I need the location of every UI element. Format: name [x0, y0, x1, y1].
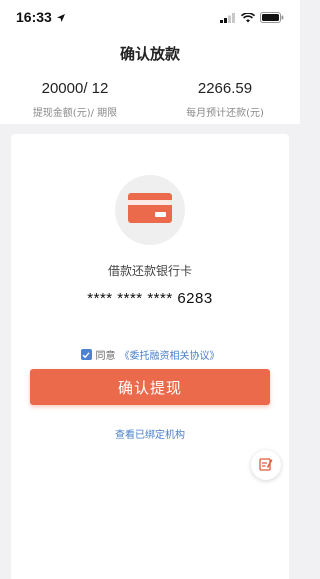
- loan-summary: 20000/ 12 提现金额(元)/ 期限 2266.59 每月预计还款(元): [0, 72, 300, 124]
- status-left: 16:33: [16, 8, 66, 27]
- amount-term-label: 提现金额(元)/ 期限: [32, 108, 118, 119]
- agreement-row: 同意 《委托融资相关协议》: [11, 347, 289, 362]
- summary-monthly-repay: 2266.59 每月预计还款(元): [150, 72, 300, 124]
- agreement-checkbox[interactable]: [80, 349, 92, 360]
- summary-amount-term: 20000/ 12 提现金额(元)/ 期限: [0, 72, 150, 124]
- location-arrow-icon: [56, 8, 66, 27]
- page-title: 确认放款: [119, 44, 180, 63]
- status-right: [220, 8, 284, 27]
- agreement-link[interactable]: 《委托融资相关协议》: [120, 347, 220, 362]
- signal-icon: [220, 8, 236, 27]
- bank-card-icon-circle: [115, 175, 185, 245]
- battery-icon: [260, 8, 284, 27]
- agreement-prefix: 同意: [95, 351, 116, 362]
- bank-card-number: **** **** **** 6283: [87, 290, 213, 307]
- amount-term-value: 20000/ 12: [41, 80, 109, 97]
- confirm-withdraw-button[interactable]: 确认提现: [30, 369, 270, 405]
- confirm-card: 借款还款银行卡 **** **** **** 6283 同意 《委托融资相关协议…: [11, 134, 289, 579]
- status-bar: 16:33: [0, 0, 300, 34]
- bank-card-icon: [128, 193, 172, 227]
- bank-card-label: 借款还款银行卡: [107, 264, 192, 278]
- status-time: 16:33: [16, 9, 52, 25]
- monthly-repay-label: 每月预计还款(元): [186, 108, 264, 119]
- monthly-repay-value: 2266.59: [197, 80, 253, 97]
- wifi-icon: [240, 8, 256, 27]
- view-bound-institutions-link[interactable]: 查看已绑定机构: [11, 426, 289, 441]
- floating-edit-button[interactable]: [251, 450, 281, 480]
- nav-header: 确认放款: [0, 34, 300, 72]
- edit-note-icon: [259, 456, 273, 475]
